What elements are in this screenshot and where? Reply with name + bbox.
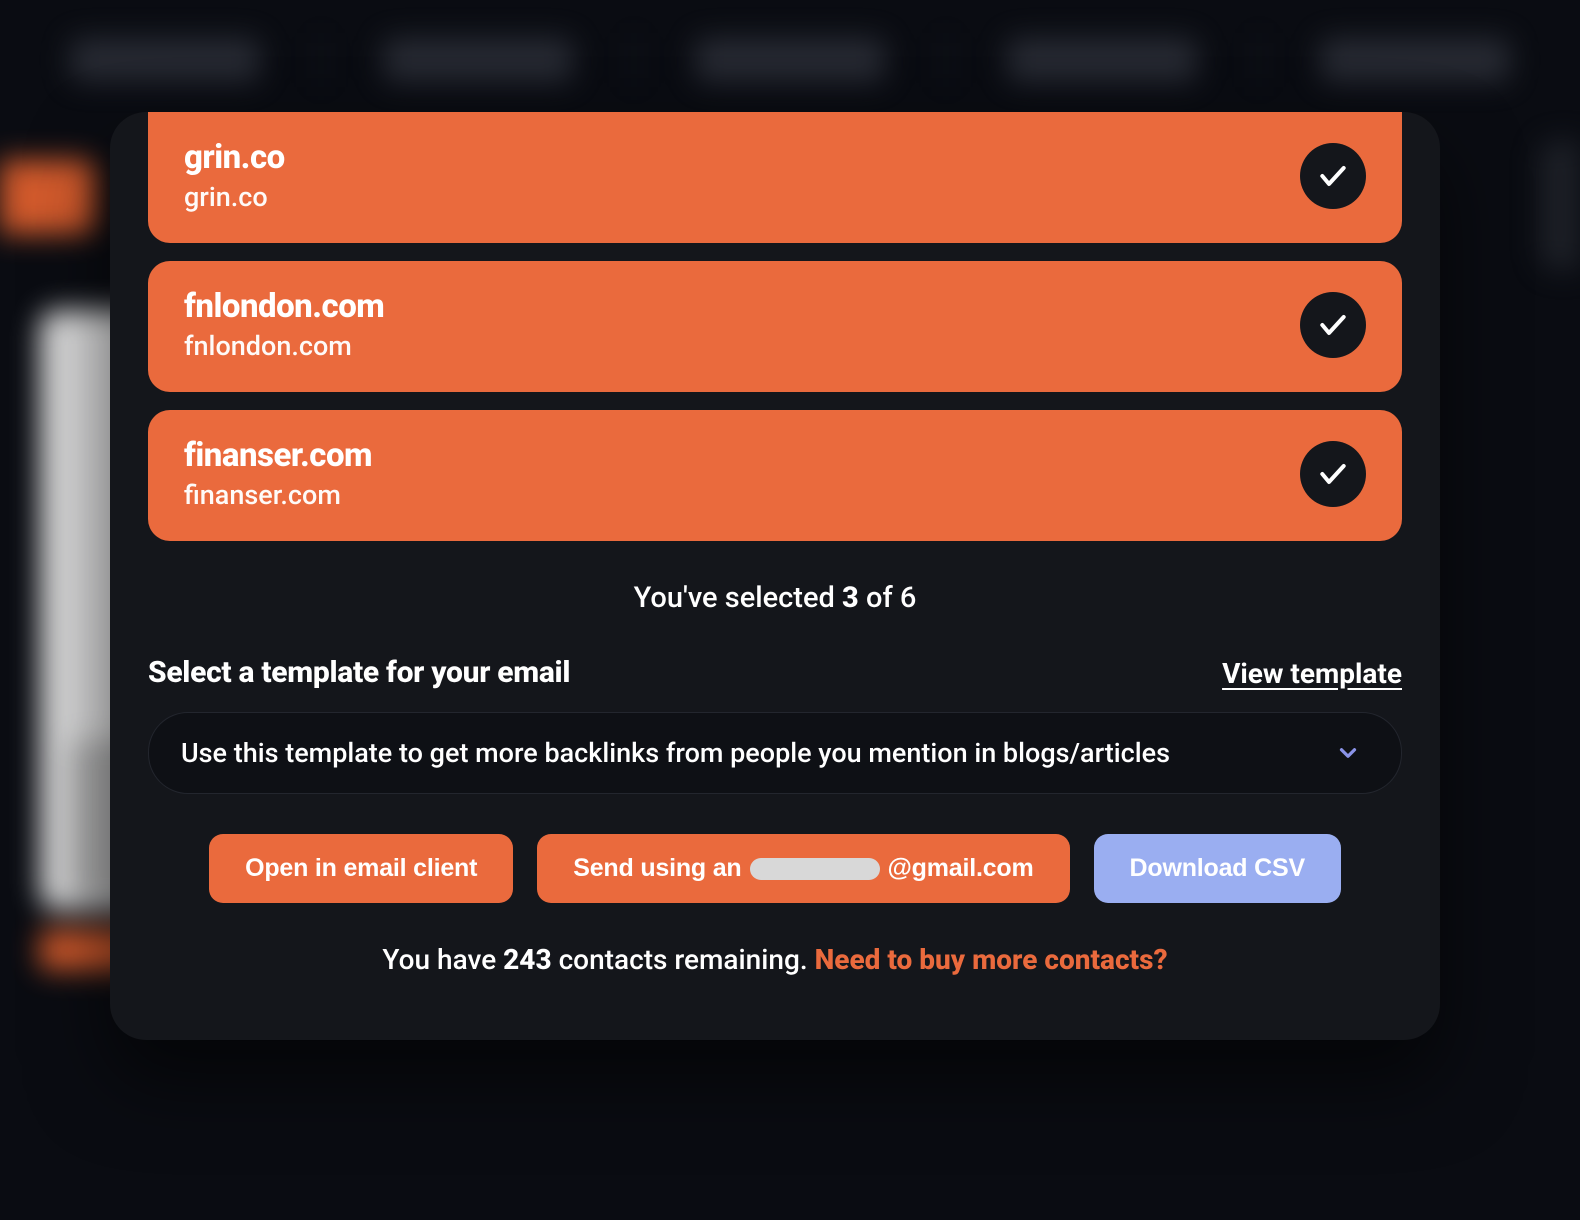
selection-summary: You've selected 3 of 6 — [148, 581, 1402, 615]
selection-suffix: of 6 — [859, 581, 917, 615]
template-heading: Select a template for your email — [148, 655, 570, 690]
selected-toggle[interactable] — [1300, 441, 1366, 507]
dropdown-selected-value: Use this template to get more backlinks … — [181, 737, 1170, 769]
remaining-count: 243 — [503, 943, 551, 976]
check-icon — [1317, 458, 1349, 490]
view-template-link[interactable]: View template — [1222, 657, 1402, 690]
remaining-mid: contacts remaining. — [552, 943, 815, 976]
site-card[interactable]: grin.co grin.co — [148, 112, 1402, 243]
redacted-email — [750, 858, 880, 880]
check-icon — [1317, 160, 1349, 192]
chevron-down-icon — [1335, 740, 1361, 766]
template-dropdown[interactable]: Use this template to get more backlinks … — [148, 712, 1402, 794]
send-prefix: Send using an — [573, 854, 741, 883]
send-suffix: @gmail.com — [888, 854, 1034, 883]
selected-toggle[interactable] — [1300, 143, 1366, 209]
site-title: finanser.com — [184, 436, 372, 475]
site-title: fnlondon.com — [184, 287, 384, 326]
buy-more-contacts-link[interactable]: Need to buy more contacts? — [815, 943, 1168, 976]
contact-selection-modal: grin.co grin.co fnlondon.com fnlondon.co… — [110, 112, 1440, 1040]
check-icon — [1317, 309, 1349, 341]
site-title: grin.co — [184, 138, 285, 177]
action-button-row: Open in email client Send using an @gmai… — [148, 834, 1402, 903]
download-csv-button[interactable]: Download CSV — [1094, 834, 1341, 903]
contacts-remaining: You have 243 contacts remaining. Need to… — [148, 943, 1402, 976]
selection-count: 3 — [842, 581, 859, 615]
open-email-client-button[interactable]: Open in email client — [209, 834, 513, 903]
site-subtitle: fnlondon.com — [184, 330, 384, 362]
send-using-account-button[interactable]: Send using an @gmail.com — [537, 834, 1069, 903]
site-card[interactable]: finanser.com finanser.com — [148, 410, 1402, 541]
site-subtitle: finanser.com — [184, 479, 372, 511]
site-subtitle: grin.co — [184, 181, 285, 213]
remaining-prefix: You have — [382, 943, 503, 976]
site-card[interactable]: fnlondon.com fnlondon.com — [148, 261, 1402, 392]
selection-prefix: You've selected — [634, 581, 842, 615]
selected-toggle[interactable] — [1300, 292, 1366, 358]
